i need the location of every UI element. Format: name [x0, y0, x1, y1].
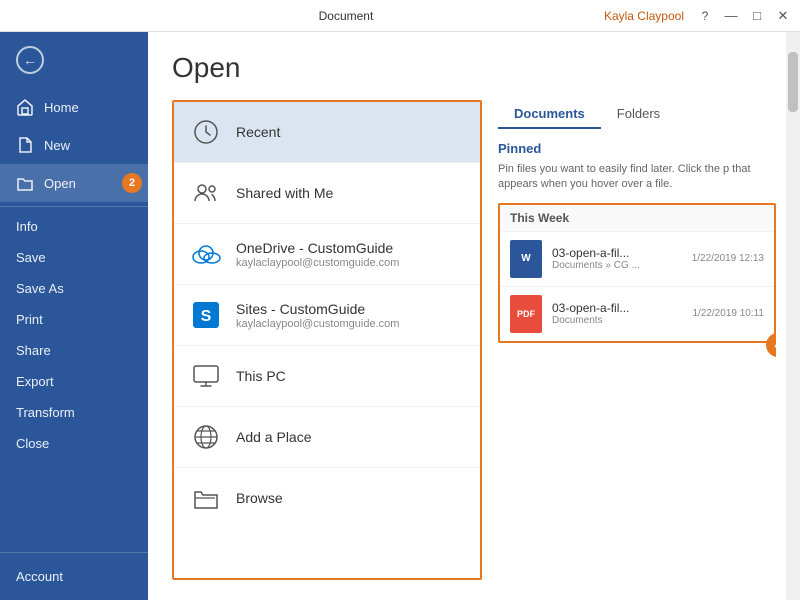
sidebar-item-export-label: Export: [16, 374, 54, 389]
sidebar-item-save-as[interactable]: Save As 3: [0, 273, 148, 304]
user-name: Kayla Claypool: [604, 9, 684, 23]
clock-icon: [190, 116, 222, 148]
sidebar-item-print[interactable]: Print: [0, 304, 148, 335]
back-button[interactable]: ←: [16, 46, 44, 74]
titlebar: Document Kayla Claypool ? — □ ✕: [0, 0, 800, 32]
tab-documents[interactable]: Documents: [498, 100, 601, 129]
folder-open-icon: [190, 482, 222, 514]
sharepoint-icon: S: [190, 299, 222, 331]
sidebar-item-open-label: Open: [44, 176, 76, 191]
sidebar-back[interactable]: ←: [0, 32, 148, 88]
page-title: Open: [172, 52, 776, 84]
badge-2: 2: [122, 173, 142, 193]
cloud-icon: [190, 238, 222, 270]
location-browse[interactable]: Browse: [174, 468, 480, 528]
this-week-wrapper: This Week W 03-open-a-fil... Documents »…: [498, 203, 776, 343]
sidebar-item-share[interactable]: Share: [0, 335, 148, 366]
file-details-1: 03-open-a-fil... Documents » CG ...: [552, 246, 682, 271]
file-item-1[interactable]: W 03-open-a-fil... Documents » CG ... 1/…: [500, 231, 774, 286]
location-sites-sub: kaylaclaypool@customguide.com: [236, 318, 399, 330]
this-week-section: This Week W 03-open-a-fil... Documents »…: [498, 203, 776, 343]
sidebar-item-new-label: New: [44, 138, 70, 153]
sidebar: ← Home New Open 2: [0, 32, 148, 600]
scrollbar[interactable]: [786, 32, 800, 600]
app-container: ← Home New Open 2: [0, 32, 800, 600]
sidebar-item-new[interactable]: New: [0, 126, 148, 164]
sidebar-item-export[interactable]: Export: [0, 366, 148, 397]
locations-panel: Recent Shared with Me: [172, 100, 482, 580]
scrollbar-thumb[interactable]: [788, 52, 798, 112]
file-item-2[interactable]: PDF 03-open-a-fil... Documents 1/22/2019…: [500, 286, 774, 341]
sidebar-item-info[interactable]: Info: [0, 211, 148, 242]
sidebar-item-print-label: Print: [16, 312, 43, 327]
word-file-icon: W: [510, 240, 542, 278]
sidebar-item-transform[interactable]: Transform: [0, 397, 148, 428]
sidebar-item-account[interactable]: Account: [0, 561, 148, 592]
sidebar-item-open[interactable]: Open 2: [0, 164, 148, 202]
sidebar-bottom: Account: [0, 552, 148, 600]
window-controls: ? — □ ✕: [696, 7, 792, 25]
people-icon: [190, 177, 222, 209]
file-name-1: 03-open-a-fil...: [552, 246, 682, 260]
back-arrow-icon: ←: [23, 52, 37, 68]
sidebar-item-transform-label: Transform: [16, 405, 75, 420]
location-shared-label: Shared with Me: [236, 185, 333, 201]
sidebar-item-share-label: Share: [16, 343, 51, 358]
sidebar-item-save-label: Save: [16, 250, 46, 265]
file-details-2: 03-open-a-fil... Documents: [552, 301, 682, 326]
globe-icon: [190, 421, 222, 453]
files-tabs: Documents Folders: [498, 100, 776, 129]
home-icon: [16, 98, 34, 116]
file-path-1: Documents » CG ...: [552, 260, 682, 271]
files-panel: Documents Folders Pinned Pin files you w…: [498, 100, 776, 580]
pinned-description: Pin files you want to easily find later.…: [498, 162, 776, 193]
location-onedrive-label: OneDrive - CustomGuide: [236, 240, 399, 256]
location-thispc-label: This PC: [236, 368, 286, 384]
location-sites[interactable]: S Sites - CustomGuide kaylaclaypool@cust…: [174, 285, 480, 346]
location-thispc[interactable]: This PC: [174, 346, 480, 407]
tab-folders[interactable]: Folders: [601, 100, 676, 129]
location-addplace-label: Add a Place: [236, 429, 312, 445]
content-body: Recent Shared with Me: [172, 100, 776, 580]
location-recent[interactable]: Recent: [174, 102, 480, 163]
location-onedrive-sub: kaylaclaypool@customguide.com: [236, 257, 399, 269]
close-button[interactable]: ✕: [774, 7, 792, 25]
sidebar-item-save-as-label: Save As: [16, 281, 64, 296]
location-sites-label: Sites - CustomGuide: [236, 301, 399, 317]
sidebar-item-home-label: Home: [44, 100, 79, 115]
this-week-title: This Week: [500, 205, 774, 231]
location-addplace[interactable]: Add a Place: [174, 407, 480, 468]
folder-icon: [16, 174, 34, 192]
file-name-2: 03-open-a-fil...: [552, 301, 682, 315]
sidebar-item-save[interactable]: Save: [0, 242, 148, 273]
main-content: Open Recent: [148, 32, 800, 600]
location-browse-label: Browse: [236, 490, 283, 506]
sidebar-item-close-label: Close: [16, 436, 49, 451]
sidebar-item-close[interactable]: Close: [0, 428, 148, 459]
file-date-1: 1/22/2019 12:13: [692, 253, 764, 264]
restore-button[interactable]: □: [748, 7, 766, 25]
minimize-button[interactable]: —: [722, 7, 740, 25]
new-doc-icon: [16, 136, 34, 154]
file-path-2: Documents: [552, 315, 682, 326]
help-icon[interactable]: ?: [696, 7, 714, 25]
location-onedrive[interactable]: OneDrive - CustomGuide kaylaclaypool@cus…: [174, 224, 480, 285]
sidebar-item-account-label: Account: [16, 569, 63, 584]
sidebar-item-home[interactable]: Home: [0, 88, 148, 126]
pinned-section-title: Pinned: [498, 141, 776, 156]
pdf-file-icon: PDF: [510, 295, 542, 333]
pdf-icon-label: PDF: [517, 309, 535, 319]
svg-text:S: S: [201, 308, 212, 325]
location-shared[interactable]: Shared with Me: [174, 163, 480, 224]
location-recent-label: Recent: [236, 124, 280, 140]
sidebar-divider-1: [0, 206, 148, 207]
window-title: Document: [88, 9, 604, 23]
file-date-2: 1/22/2019 10:11: [692, 308, 764, 319]
word-icon-label: W: [521, 253, 530, 264]
pc-icon: [190, 360, 222, 392]
sidebar-item-info-label: Info: [16, 219, 38, 234]
